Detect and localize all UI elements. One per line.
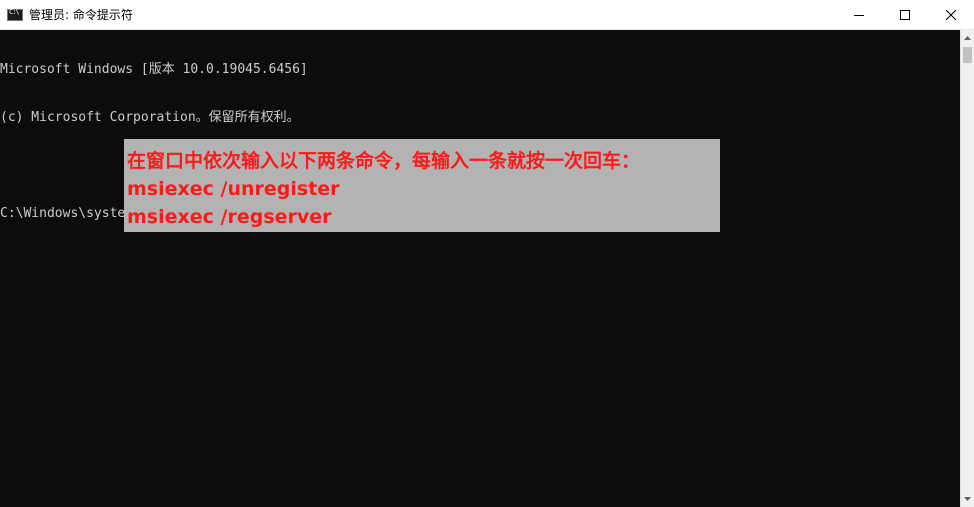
console-line-copyright: (c) Microsoft Corporation。保留所有权利。 bbox=[0, 110, 300, 125]
console-line-version: Microsoft Windows [版本 10.0.19045.6456] bbox=[0, 62, 308, 77]
cmd-window: 管理员: 命令提示符 Microsoft Windows [版本 10.0. bbox=[0, 0, 974, 507]
vertical-scrollbar[interactable] bbox=[960, 30, 974, 507]
caption-buttons bbox=[836, 0, 974, 29]
window-title: 管理员: 命令提示符 bbox=[29, 8, 133, 22]
minimize-button[interactable] bbox=[836, 0, 882, 29]
maximize-button[interactable] bbox=[882, 0, 928, 29]
cmd-icon[interactable] bbox=[7, 8, 23, 21]
scroll-down-icon bbox=[964, 497, 971, 501]
close-icon bbox=[946, 9, 956, 20]
close-button[interactable] bbox=[928, 0, 974, 29]
scroll-down-button[interactable] bbox=[961, 491, 974, 507]
scroll-up-button[interactable] bbox=[961, 30, 974, 46]
title-bar[interactable]: 管理员: 命令提示符 bbox=[0, 0, 974, 30]
instruction-overlay: 在窗口中依次输入以下两条命令，每输入一条就按一次回车： msiexec /unr… bbox=[124, 139, 720, 232]
command-regserver: msiexec /regserver bbox=[127, 206, 332, 228]
console-output[interactable]: Microsoft Windows [版本 10.0.19045.6456] (… bbox=[0, 30, 960, 507]
scroll-up-icon bbox=[964, 36, 971, 40]
minimize-icon bbox=[854, 14, 864, 16]
instruction-text: 在窗口中依次输入以下两条命令，每输入一条就按一次回车： bbox=[127, 150, 641, 172]
scroll-thumb[interactable] bbox=[963, 47, 972, 63]
maximize-icon bbox=[900, 9, 910, 20]
command-unregister: msiexec /unregister bbox=[127, 178, 340, 200]
